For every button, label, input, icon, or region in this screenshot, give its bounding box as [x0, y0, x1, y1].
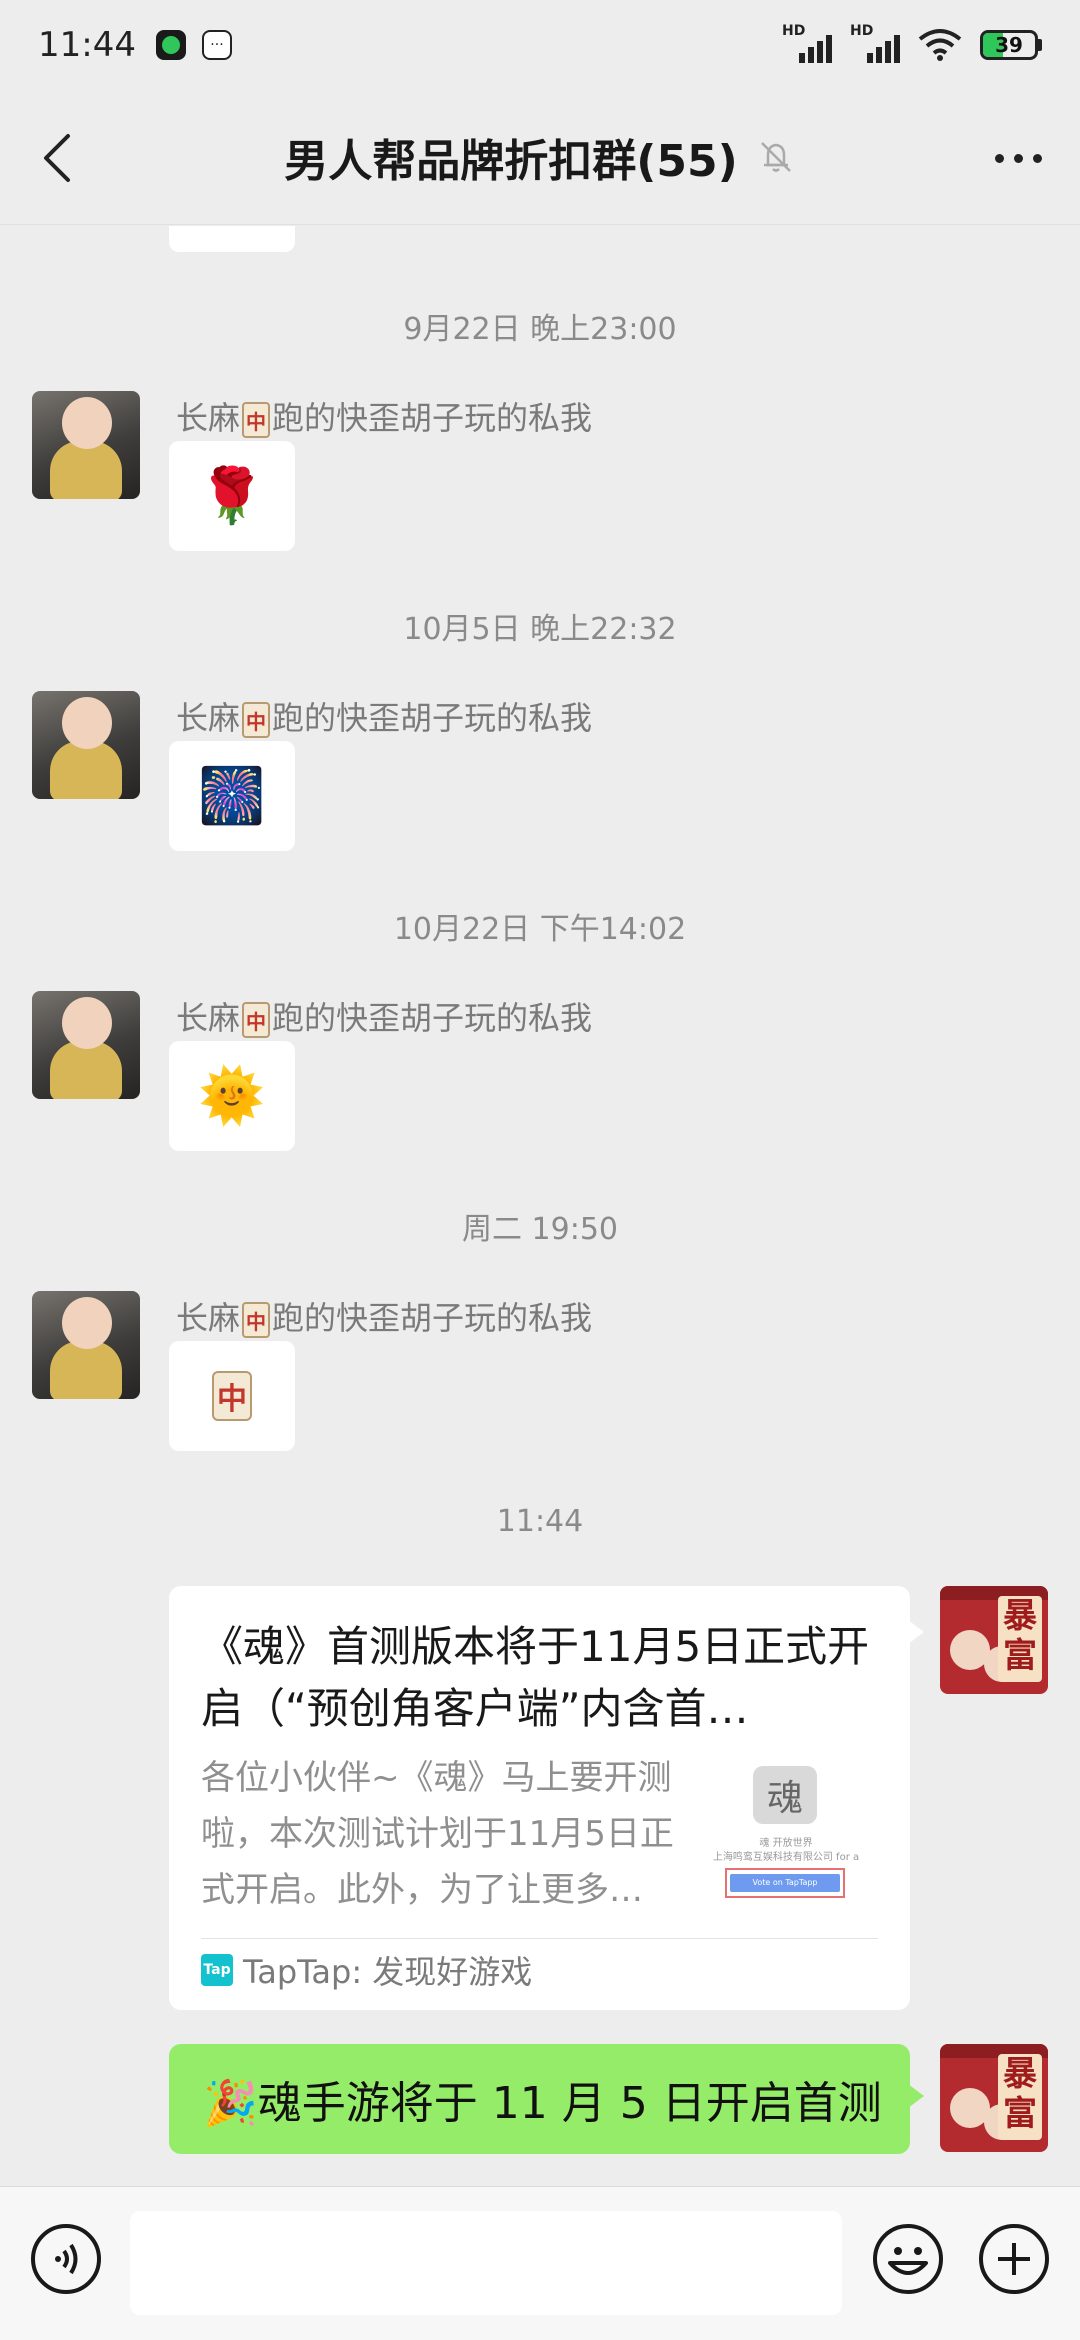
- sent-text-message[interactable]: 🎉魂手游将于 11 月 5 日开启首测: [169, 2044, 924, 2154]
- message-timestamp: 11:44: [496, 1504, 584, 1539]
- message-item: 长麻中跑的快歪胡子玩的私我 中: [0, 1291, 1080, 1461]
- link-card-message[interactable]: 《魂》首测版本将于11月5日正式开启（“预创角客户端”内含首… 各位小伙伴~《魂…: [169, 1586, 924, 2010]
- mahjong-tile-icon: 中: [242, 1002, 271, 1038]
- game-logo: 魂: [753, 1766, 817, 1824]
- previous-message-bubble[interactable]: [169, 226, 295, 252]
- status-right: HD HD 39: [782, 23, 1042, 63]
- mahjong-tile-icon: 中: [212, 1371, 252, 1421]
- bell-off-icon: [760, 142, 791, 172]
- avatar[interactable]: [32, 391, 140, 499]
- thumbnail-publisher: 上海鸣鸾互娱科技有限公司 for a: [712, 1852, 860, 1863]
- my-avatar[interactable]: 暴富: [940, 1586, 1048, 1694]
- chat-header: 男人帮品牌折扣群(55): [0, 90, 1080, 225]
- sender-name-suffix: 跑的快歪胡子玩的私我: [272, 699, 593, 737]
- avatar-text: 暴富: [998, 1596, 1042, 1682]
- sender-name-prefix: 长麻: [176, 699, 241, 737]
- message-input[interactable]: [130, 2211, 842, 2315]
- avatar[interactable]: [32, 991, 140, 1099]
- chat-title: 男人帮品牌折扣群(55): [284, 136, 738, 187]
- back-button[interactable]: [32, 130, 82, 186]
- input-bar: [0, 2186, 1080, 2340]
- sender-name: 长麻中跑的快歪胡子玩的私我: [176, 693, 592, 739]
- card-title: 《魂》首测版本将于11月5日正式开启（“预创角客户端”内含首…: [201, 1622, 870, 1733]
- my-avatar[interactable]: 暴富: [940, 2044, 1048, 2152]
- emoji-message[interactable]: 中: [169, 1341, 295, 1451]
- sender-name: 长麻中跑的快歪胡子玩的私我: [176, 1293, 592, 1339]
- status-bar: 11:44 HD HD 39: [0, 0, 1080, 90]
- mahjong-tile-icon: 中: [242, 1302, 271, 1338]
- message-timestamp: 10月22日 下午14:02: [393, 912, 687, 947]
- message-text: 🎉魂手游将于 11 月 5 日开启首测: [203, 2078, 882, 2129]
- sender-name-suffix: 跑的快歪胡子玩的私我: [272, 399, 593, 437]
- mahjong-tile-icon: 中: [242, 402, 271, 438]
- emoji-message[interactable]: 🌹: [169, 441, 295, 551]
- signal-icon: HD: [782, 23, 832, 63]
- message-item: 长麻中跑的快歪胡子玩的私我 🌞: [0, 991, 1080, 1161]
- taptap-icon: Tap: [201, 1954, 233, 1986]
- thumbnail-button: Vote on TapTapp: [725, 1868, 845, 1898]
- wifi-icon: [918, 29, 962, 61]
- phone-notification-icon: [155, 30, 186, 60]
- message-timestamp: 周二 19:50: [462, 1212, 618, 1247]
- sender-name-suffix: 跑的快歪胡子玩的私我: [272, 1299, 593, 1337]
- thumbnail-text: 魂 开放世界: [759, 1838, 813, 1849]
- emoji-message[interactable]: 🎆: [169, 741, 295, 851]
- emoji-icon[interactable]: [872, 2223, 944, 2295]
- battery-level: 39: [995, 33, 1023, 57]
- chat-notification-icon: [201, 30, 232, 60]
- sender-name-suffix: 跑的快歪胡子玩的私我: [272, 999, 593, 1037]
- sender-name-prefix: 长麻: [176, 1299, 241, 1337]
- message-item: 长麻中跑的快歪胡子玩的私我 🌹: [0, 391, 1080, 561]
- notification-icons: [155, 30, 232, 60]
- message-item: 长麻中跑的快歪胡子玩的私我 🎆: [0, 691, 1080, 861]
- thumbnail-button-label: Vote on TapTapp: [730, 1874, 840, 1892]
- sender-name: 长麻中跑的快歪胡子玩的私我: [176, 993, 592, 1039]
- card-description: 各位小伙伴~《魂》马上要开测啦，本次测试计划于11月5日正式开启。此外，为了让更…: [201, 1758, 674, 1910]
- message-timestamp: 9月22日 晚上23:00: [403, 312, 677, 347]
- more-dots-icon[interactable]: [988, 140, 1048, 176]
- plus-icon[interactable]: [978, 2223, 1050, 2295]
- avatar[interactable]: [32, 1291, 140, 1399]
- voice-icon[interactable]: [30, 2223, 102, 2295]
- signal-icon: HD: [850, 23, 900, 63]
- status-time: 11:44: [38, 25, 136, 65]
- mahjong-tile-icon: 中: [242, 702, 271, 738]
- source-name: TapTap: 发现好游戏: [243, 1953, 533, 1991]
- message-timestamp: 10月5日 晚上22:32: [403, 612, 677, 647]
- sender-name: 长麻中跑的快歪胡子玩的私我: [176, 393, 592, 439]
- avatar-text: 暴富: [998, 2054, 1042, 2140]
- avatar[interactable]: [32, 691, 140, 799]
- card-thumbnail: 魂 魂 开放世界 上海鸣鸾互娱科技有限公司 for a Vote on TapT…: [711, 1760, 861, 1910]
- emoji-message[interactable]: 🌞: [169, 1041, 295, 1151]
- card-source: Tap TapTap: 发现好游戏: [201, 1939, 878, 2001]
- sender-name-prefix: 长麻: [176, 999, 241, 1037]
- sender-name-prefix: 长麻: [176, 399, 241, 437]
- battery-icon: 39: [980, 30, 1042, 60]
